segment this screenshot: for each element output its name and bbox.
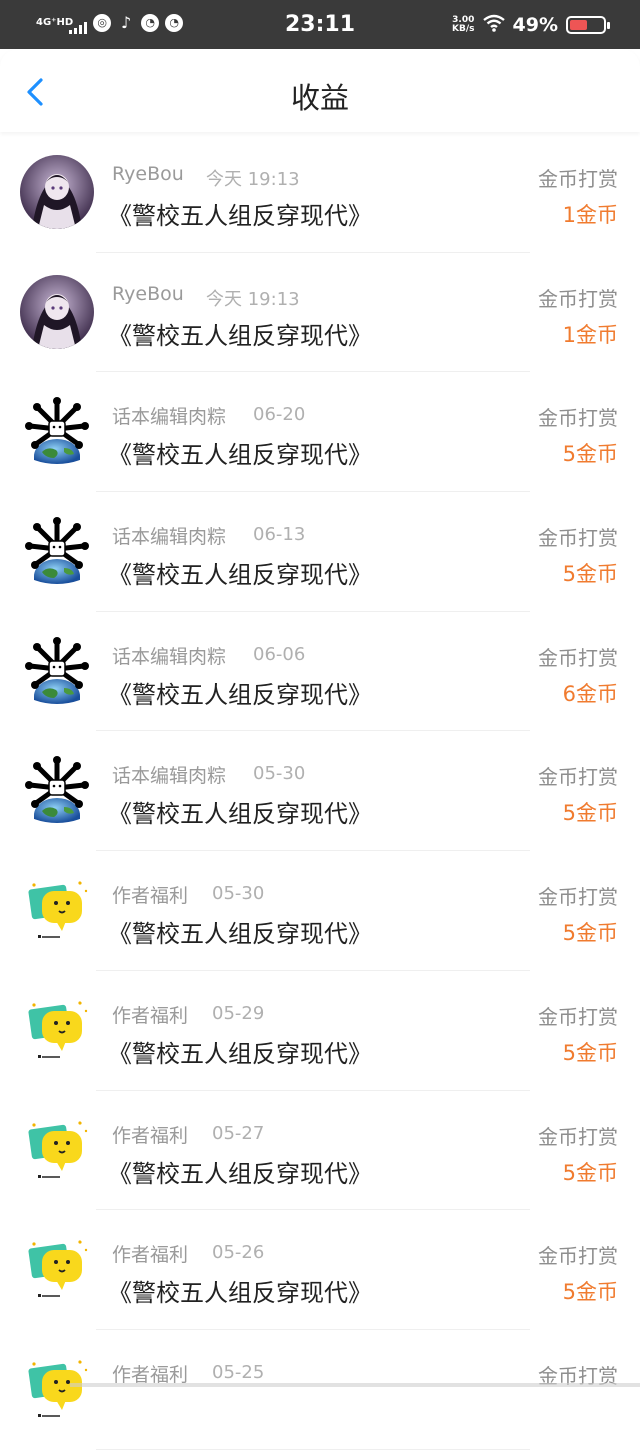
reward-amount: 5金币 (562, 1040, 618, 1065)
book-title: 《警校五人组反穿现代》 (108, 800, 372, 829)
sender-name: RyeBou (112, 163, 184, 185)
sender-name: 作者福利 (112, 1004, 189, 1027)
reward-type: 金币打赏 (538, 1124, 618, 1149)
list-item[interactable]: 话本编辑肉粽 06-13 《警校五人组反穿现代》 金币打赏 5金币 (0, 492, 640, 612)
list-item[interactable]: 作者福利 05-30 《警校五人组反穿现代》 金币打赏 5金币 (0, 851, 640, 971)
reward-amount: 1金币 (562, 322, 618, 347)
timestamp: 今天 19:13 (206, 169, 300, 190)
reward-amount: 5金币 (562, 1160, 618, 1185)
book-title: 《警校五人组反穿现代》 (108, 1279, 372, 1308)
sender-name: 话本编辑肉粽 (112, 765, 227, 788)
book-title: 《警校五人组反穿现代》 (108, 561, 372, 590)
list-item[interactable]: 话本编辑肉粽 06-06 《警校五人组反穿现代》 金币打赏 6金币 (0, 612, 640, 732)
status-bar: 4G⁺HD ◎ ♪ ◔ ◔ 23:11 3.00 KB/s 49% (0, 0, 640, 49)
timestamp: 05-30 (212, 883, 265, 905)
reward-amount: 5金币 (562, 921, 618, 946)
list-item[interactable]: 作者福利 05-29 《警校五人组反穿现代》 金币打赏 5金币 (0, 971, 640, 1091)
book-title: 《警校五人组反穿现代》 (108, 441, 372, 470)
speed-unit: KB/s (452, 24, 475, 34)
timestamp: 06-20 (253, 404, 306, 426)
avatar[interactable] (20, 394, 94, 469)
battery-icon (566, 16, 610, 34)
avatar[interactable] (20, 992, 94, 1067)
list-item[interactable]: 作者福利 05-25 金币打赏 (0, 1330, 640, 1450)
timestamp: 05-26 (212, 1242, 265, 1264)
list-item[interactable]: RyeBou 今天 19:13 《警校五人组反穿现代》 金币打赏 1金币 (0, 133, 640, 253)
reward-amount: 5金币 (562, 1280, 618, 1305)
reward-amount: 6金币 (562, 681, 618, 706)
timestamp: 06-13 (253, 524, 306, 546)
timestamp: 05-27 (212, 1122, 265, 1144)
reward-amount: 1金币 (562, 203, 618, 227)
list-item[interactable]: 话本编辑肉粽 06-20 《警校五人组反穿现代》 金币打赏 5金币 (0, 372, 640, 492)
timestamp: 06-06 (253, 643, 306, 665)
sender-name: 作者福利 (112, 1244, 189, 1267)
timestamp: 05-25 (212, 1361, 265, 1383)
sender-name: 话本编辑肉粽 (112, 526, 227, 549)
avatar[interactable] (20, 514, 94, 589)
status-right: 3.00 KB/s 49% (452, 14, 610, 36)
sender-name: 作者福利 (112, 885, 189, 908)
reward-type: 金币打赏 (538, 526, 618, 551)
battery-percent: 49% (512, 14, 558, 36)
book-title: 《警校五人组反穿现代》 (108, 1039, 372, 1068)
page-title: 收益 (290, 81, 349, 115)
avatar[interactable] (20, 1112, 94, 1187)
avatar[interactable] (20, 274, 94, 349)
book-title: 《警校五人组反穿现代》 (108, 202, 372, 230)
reward-type: 金币打赏 (538, 885, 618, 910)
reward-type: 金币打赏 (538, 406, 618, 431)
network-speed: 3.00 KB/s (452, 16, 474, 34)
list-item[interactable]: 话本编辑肉粽 05-30 《警校五人组反穿现代》 金币打赏 5金币 (0, 731, 640, 851)
avatar[interactable] (20, 633, 94, 708)
timestamp: 05-30 (253, 763, 306, 785)
reward-amount: 5金币 (562, 801, 618, 826)
reward-type: 金币打赏 (538, 286, 618, 311)
avatar[interactable] (20, 1351, 94, 1426)
sender-name: RyeBou (112, 282, 184, 305)
book-title: 《警校五人组反穿现代》 (108, 1159, 372, 1188)
sender-name: 作者福利 (112, 1124, 189, 1147)
reward-amount: 5金币 (562, 442, 618, 467)
reward-type: 金币打赏 (538, 1004, 618, 1029)
reward-type: 金币打赏 (538, 765, 618, 790)
avatar[interactable] (20, 1232, 94, 1307)
reward-type: 金币打赏 (538, 645, 618, 670)
reward-type: 金币打赏 (538, 167, 618, 191)
reward-type: 金币打赏 (538, 1244, 618, 1269)
timestamp: 05-29 (212, 1002, 265, 1024)
list-item[interactable]: 作者福利 05-27 《警校五人组反穿现代》 金币打赏 5金币 (0, 1091, 640, 1211)
list-item[interactable]: RyeBou 今天 19:13 《警校五人组反穿现代》 金币打赏 1金币 (0, 253, 640, 373)
avatar[interactable] (20, 753, 94, 828)
avatar[interactable] (20, 155, 94, 229)
sender-name: 话本编辑肉粽 (112, 406, 227, 429)
page-header: 收益 (0, 49, 640, 132)
book-title: 《警校五人组反穿现代》 (108, 321, 372, 350)
sender-name: 话本编辑肉粽 (112, 645, 227, 668)
reward-amount: 5金币 (562, 562, 618, 587)
earnings-list: RyeBou 今天 19:13 《警校五人组反穿现代》 金币打赏 1金币 RyeBou 今天… (0, 133, 640, 1450)
list-item[interactable]: 作者福利 05-26 《警校五人组反穿现代》 金币打赏 5金币 (0, 1210, 640, 1330)
timestamp: 今天 19:13 (206, 288, 300, 310)
wifi-icon (482, 14, 505, 36)
book-title: 《警校五人组反穿现代》 (108, 680, 372, 709)
book-title: 《警校五人组反穿现代》 (108, 920, 372, 949)
scroll-indicator (70, 1383, 640, 1387)
avatar[interactable] (20, 873, 94, 948)
